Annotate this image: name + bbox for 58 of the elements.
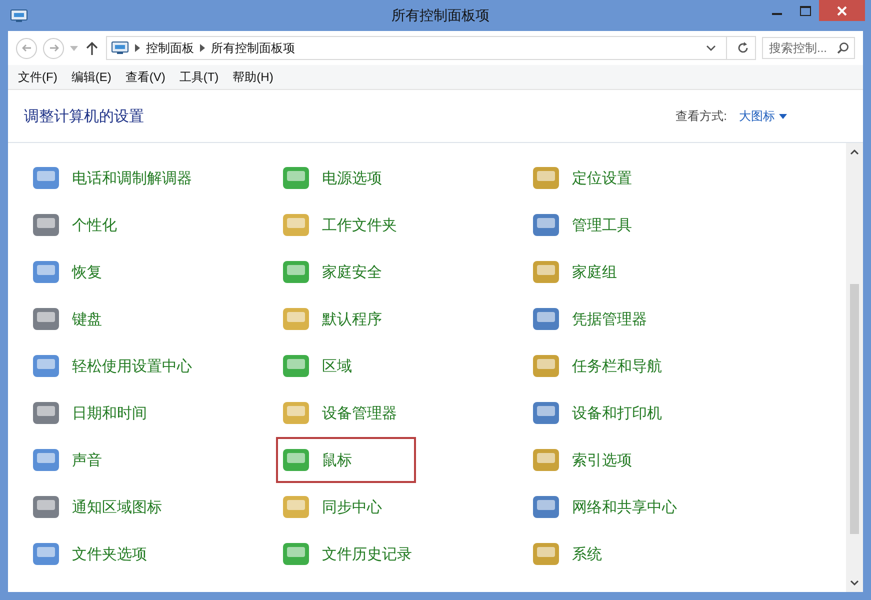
monitor-icon: [111, 41, 129, 55]
breadcrumb-item[interactable]: 控制面板: [146, 40, 194, 56]
close-icon: [837, 6, 847, 16]
menu-item[interactable]: 工具(T): [179, 68, 219, 86]
control-panel-item[interactable]: 通知区域图标: [26, 484, 172, 530]
window-title: 所有控制面板项: [392, 6, 490, 24]
control-panel-item[interactable]: 任务栏和导航: [526, 343, 672, 389]
control-panel-item[interactable]: 区域: [276, 343, 416, 389]
control-panel-item[interactable]: 声音: [26, 437, 166, 483]
menu-item[interactable]: 查看(V): [125, 68, 166, 86]
minimize-icon: [772, 13, 782, 15]
control-panel-item[interactable]: 家庭组: [526, 249, 666, 295]
control-panel-item[interactable]: 日期和时间: [26, 390, 166, 436]
menu-item[interactable]: 编辑(E): [71, 68, 112, 86]
forward-arrow-icon: [48, 42, 60, 54]
search-icon: [837, 42, 849, 54]
control-panel-item[interactable]: 设备和打印机: [526, 390, 672, 436]
control-panel-item[interactable]: 家庭安全: [276, 249, 416, 295]
scroll-down-icon[interactable]: [850, 580, 859, 586]
breadcrumb-item[interactable]: 所有控制面板项: [211, 40, 295, 56]
control-panel-item[interactable]: 电源选项: [276, 155, 416, 201]
back-arrow-icon: [20, 42, 32, 54]
control-panel-item[interactable]: 恢复: [26, 249, 166, 295]
control-panel-item[interactable]: 同步中心: [276, 484, 416, 530]
view-by-label: 查看方式:: [676, 108, 727, 124]
control-panel-item[interactable]: 个性化: [26, 202, 166, 248]
control-panel-item[interactable]: 默认程序: [276, 296, 416, 342]
refresh-icon[interactable]: [737, 42, 749, 54]
up-arrow-icon: [86, 41, 98, 55]
page-heading: 调整计算机的设置: [24, 106, 145, 126]
caret-icon: [779, 114, 787, 118]
search-field[interactable]: 搜索控制...: [762, 37, 855, 59]
control-panel-item[interactable]: 轻松使用设置中心: [26, 343, 202, 389]
chevron-icon[interactable]: [135, 44, 140, 52]
control-panel-item[interactable]: 工作文件夹: [276, 202, 416, 248]
control-panel-item[interactable]: 系统: [526, 531, 666, 577]
dropdown-caret-icon[interactable]: [706, 45, 716, 51]
control-panel-item[interactable]: 文件夹选项: [26, 531, 166, 577]
control-panel-item[interactable]: 网络和共享中心: [526, 484, 687, 530]
view-by-dropdown[interactable]: 大图标: [739, 108, 787, 124]
scroll-up-icon[interactable]: [850, 149, 859, 155]
control-panel-item[interactable]: 凭据管理器: [526, 296, 666, 342]
scrollbar[interactable]: [846, 143, 863, 592]
control-panel-item[interactable]: 鼠标: [276, 437, 416, 483]
menu-item[interactable]: 文件(F): [18, 68, 58, 86]
control-panel-item[interactable]: 管理工具: [526, 202, 666, 248]
control-panel-item[interactable]: 索引选项: [526, 437, 666, 483]
maximize-icon: [800, 6, 810, 16]
control-panel-item[interactable]: 定位设置: [526, 155, 666, 201]
monitor-icon: [10, 8, 28, 22]
chevron-icon[interactable]: [200, 44, 205, 52]
control-panel-item[interactable]: 文件历史记录: [276, 531, 422, 577]
control-panel-item[interactable]: 设备管理器: [276, 390, 416, 436]
control-panel-item[interactable]: 键盘: [26, 296, 166, 342]
close-button[interactable]: [819, 0, 865, 21]
control-panel-item[interactable]: 电话和调制解调器: [26, 155, 202, 201]
menu-item[interactable]: 帮助(H): [232, 68, 274, 86]
address-bar[interactable]: 控制面板 所有控制面板项: [106, 36, 756, 60]
